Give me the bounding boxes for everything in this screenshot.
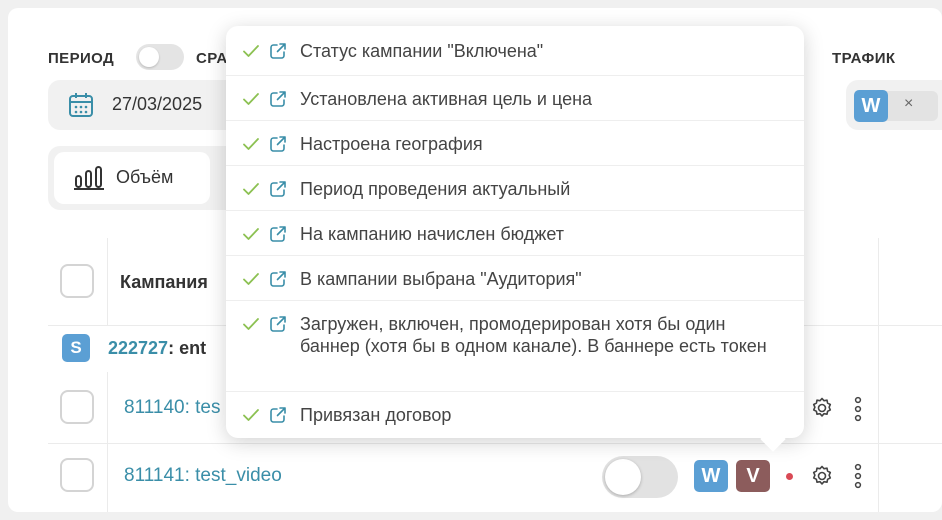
external-link-icon[interactable] (268, 314, 288, 339)
toggle-knob (605, 459, 641, 495)
channel-badge-v: V (736, 460, 770, 492)
campaign-link[interactable]: 811141: test_video (124, 465, 282, 487)
compare-toggle[interactable] (136, 44, 184, 70)
checklist-item-text: Период проведения актуальный (300, 179, 571, 199)
remove-tag-icon[interactable]: × (904, 95, 913, 113)
checklist-item: Установлена активная цель и цена (226, 76, 804, 121)
calendar-icon (69, 93, 93, 117)
group-badge: S (62, 334, 90, 362)
checklist-item-text: Установлена активная цель и цена (300, 89, 593, 109)
traffic-tag: W × (854, 90, 938, 122)
check-icon (242, 227, 260, 246)
checklist-item: На кампанию начислен бюджет (226, 211, 804, 256)
check-icon (242, 317, 260, 336)
checklist-item: Загружен, включен, промодерирован хотя б… (226, 301, 804, 392)
gear-icon[interactable] (810, 464, 834, 488)
external-link-icon[interactable] (268, 134, 288, 159)
gear-icon[interactable] (810, 396, 834, 420)
traffic-select[interactable]: W × (846, 80, 942, 130)
campaign-name[interactable]: : test_video (185, 465, 282, 486)
checklist-item: Настроена география (226, 121, 804, 166)
status-checklist-popover: Статус кампании "Включена" Установлена ак… (226, 26, 804, 452)
table-row: 811141: test_video W V (48, 444, 942, 512)
traffic-label: ТРАФИК (832, 50, 896, 67)
more-vertical-icon[interactable] (854, 396, 862, 422)
traffic-tag-badge: W (854, 90, 888, 122)
bar-chart-icon (74, 166, 104, 190)
column-header-campaign[interactable]: Кампания (120, 272, 208, 293)
external-link-icon[interactable] (268, 41, 288, 66)
campaign-status-toggle[interactable] (602, 456, 678, 498)
checklist-item: Период проведения актуальный (226, 166, 804, 211)
date-value: 27/03/2025 (112, 94, 203, 114)
check-icon (242, 92, 260, 111)
campaign-id[interactable]: 811140 (124, 397, 185, 418)
check-icon (242, 44, 260, 63)
group-id[interactable]: 222727 (108, 338, 168, 358)
select-all-checkbox[interactable] (60, 264, 94, 298)
checklist-item: Статус кампании "Включена" (226, 26, 804, 76)
toggle-knob (139, 47, 159, 67)
row-checkbox[interactable] (60, 390, 94, 424)
external-link-icon[interactable] (268, 89, 288, 114)
channel-badge-w: W (694, 460, 728, 492)
compare-label: СРА (196, 50, 228, 67)
checklist-item: Привязан договор (226, 392, 804, 438)
external-link-icon[interactable] (268, 405, 288, 430)
more-vertical-icon[interactable] (854, 463, 862, 489)
external-link-icon[interactable] (268, 224, 288, 249)
status-dot[interactable] (786, 473, 793, 480)
checklist-item-text: На кампанию начислен бюджет (300, 224, 564, 244)
checklist-item-text: Настроена география (300, 134, 483, 154)
campaign-name[interactable]: : tes (185, 397, 221, 418)
check-icon (242, 182, 260, 201)
group-title[interactable]: 222727: ent (108, 338, 206, 359)
campaign-id[interactable]: 811141 (124, 465, 185, 486)
checklist-item-text: Статус кампании "Включена" (300, 41, 544, 61)
checklist-item-text: Загружен, включен, промодерирован хотя б… (300, 314, 767, 356)
checklist-item: В кампании выбрана "Аудитория" (226, 256, 804, 301)
volume-button[interactable]: Объём (54, 152, 210, 204)
row-checkbox[interactable] (60, 458, 94, 492)
period-label: ПЕРИОД (48, 50, 115, 67)
checklist-item-text: В кампании выбрана "Аудитория" (300, 269, 582, 289)
campaign-link[interactable]: 811140: tes (124, 397, 221, 419)
check-icon (242, 272, 260, 291)
check-icon (242, 137, 260, 156)
group-name: : ent (168, 338, 207, 358)
checklist-item-text: Привязан договор (300, 405, 452, 425)
volume-label: Объём (116, 167, 174, 187)
external-link-icon[interactable] (268, 269, 288, 294)
external-link-icon[interactable] (268, 179, 288, 204)
check-icon (242, 408, 260, 427)
